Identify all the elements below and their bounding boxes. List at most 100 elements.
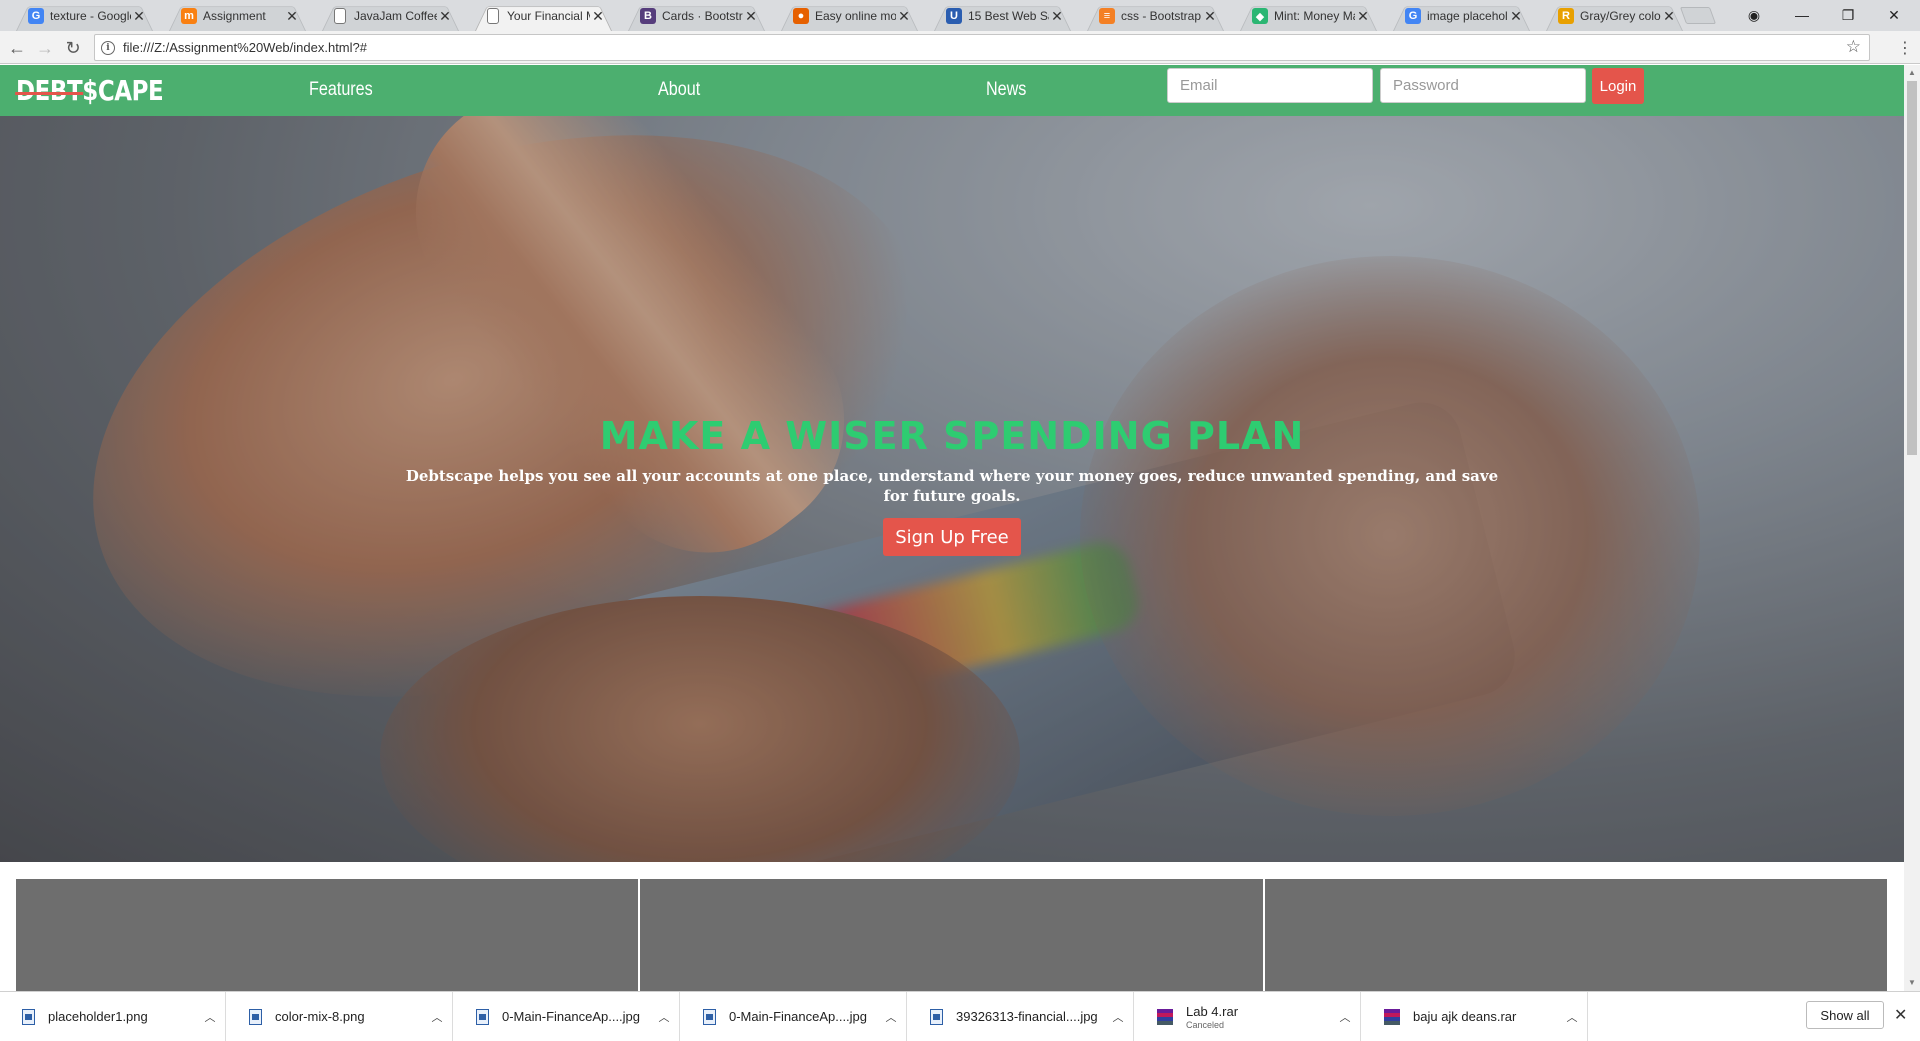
browser-tab[interactable]: m Assignment ✕ [161,1,314,31]
r-logo-icon: R [1558,8,1574,24]
mint-icon: ◆ [1252,8,1268,24]
download-filename: baju ajk deans.rar [1413,1009,1517,1024]
browser-tab[interactable]: Gimage placehold ✕ [1385,1,1538,31]
tab-title: Your Financial Ma [507,9,590,23]
browser-tab[interactable]: ◆ Mint: Money Ma ✕ [1232,1,1385,31]
profile-icon[interactable]: ◉ [1732,3,1776,27]
email-input[interactable] [1167,68,1373,103]
debtscape-logo[interactable]: DEBT$CAPE [16,74,164,107]
chevron-up-icon[interactable]: ︿ [1103,1009,1133,1025]
chevron-up-icon[interactable]: ︿ [649,1009,679,1025]
login-button[interactable]: Login [1592,68,1644,104]
nav-link-about[interactable]: About [658,79,700,101]
shield-icon: U [946,8,962,24]
download-item[interactable]: baju ajk deans.rar ︿ [1362,992,1588,1041]
minimize-button[interactable]: — [1780,3,1824,27]
scroll-down-arrow-icon[interactable]: ▼ [1904,975,1920,991]
download-item[interactable]: placeholder1.png ︿ [0,992,226,1041]
download-filename-wrap: Lab 4.rar Canceled [1186,1004,1330,1030]
browser-tab-strip: Gtexture - Google ✕ m Assignment ✕ JavaJam Co… [0,0,1920,31]
scroll-up-arrow-icon[interactable]: ▲ [1904,65,1920,81]
browser-tab[interactable]: R Gray/Grey color ✕ [1538,1,1691,31]
download-filename-wrap: color-mix-8.png [275,1009,422,1024]
tab-title: css - Bootstrap C [1121,9,1202,23]
new-tab-button[interactable] [1679,7,1717,24]
browser-tab[interactable]: Gtexture - Google ✕ [8,1,161,31]
download-item[interactable]: 39326313-financial....jpg ︿ [908,992,1134,1041]
tab-close-icon[interactable]: ✕ [743,8,759,25]
close-window-button[interactable]: ✕ [1872,3,1916,27]
tab-title: image placehold [1427,9,1508,23]
forward-arrow-icon[interactable]: → [34,37,56,59]
tab-close-icon[interactable]: ✕ [284,8,300,25]
firefox-icon: ● [793,8,809,24]
nav-link-news[interactable]: News [986,79,1026,101]
download-filename-wrap: 39326313-financial....jpg [956,1009,1103,1024]
show-all-downloads-button[interactable]: Show all [1806,1001,1884,1029]
browser-tab[interactable]: Your Financial Ma✕ [467,1,620,31]
restore-button[interactable]: ❐ [1826,3,1870,27]
feature-card-placeholder [1264,879,1887,991]
tab-close-icon[interactable]: ✕ [1049,8,1065,25]
download-item[interactable]: 0-Main-FinanceAp....jpg ︿ [454,992,680,1041]
tab-title: Cards · Bootstrap [662,9,743,23]
feature-card-placeholder [16,879,639,991]
tab-close-icon[interactable]: ✕ [896,8,912,25]
tab-close-icon[interactable]: ✕ [1202,8,1218,25]
rar-archive-icon [1384,1008,1400,1025]
tab-close-icon[interactable]: ✕ [1508,8,1524,25]
tab-title: Mint: Money Ma [1274,9,1355,23]
download-filename: 0-Main-FinanceAp....jpg [729,1009,868,1024]
scrollbar-thumb[interactable] [1907,81,1917,455]
tab-title: Gray/Grey color [1580,9,1661,23]
download-filename: Lab 4.rar [1186,1003,1239,1019]
chevron-up-icon[interactable]: ︿ [422,1009,452,1025]
tab-close-icon[interactable]: ✕ [131,8,147,25]
download-item[interactable]: Lab 4.rar Canceled ︿ [1135,992,1361,1041]
tab-close-icon[interactable]: ✕ [437,8,453,25]
chevron-up-icon[interactable]: ︿ [195,1009,225,1025]
chevron-up-icon[interactable]: ︿ [1557,1009,1587,1025]
download-filename-wrap: 0-Main-FinanceAp....jpg [502,1009,649,1024]
browser-menu-icon[interactable]: ⋮ [1897,38,1913,58]
download-filename: 39326313-financial....jpg [956,1009,1098,1024]
chevron-up-icon[interactable]: ︿ [876,1009,906,1025]
download-item[interactable]: 0-Main-FinanceAp....jpg ︿ [681,992,907,1041]
address-text[interactable]: file:///Z:/Assignment%20Web/index.html?# [123,40,367,55]
tab-title: Assignment [203,9,266,23]
browser-tab[interactable]: JavaJam Coffee H✕ [314,1,467,31]
logo-strike-part: DEBT [16,74,83,107]
image-file-icon [476,1008,489,1025]
page-viewport: DEBT$CAPE Features About News Login MAKE… [0,65,1904,991]
chevron-up-icon[interactable]: ︿ [1330,1009,1360,1025]
info-icon[interactable]: i [101,40,115,55]
image-file-icon [930,1008,943,1025]
browser-tab[interactable]: U 15 Best Web Safe✕ [926,1,1079,31]
reload-icon[interactable]: ↻ [62,37,84,59]
download-status: Canceled [1186,1019,1225,1030]
bookmark-star-icon[interactable]: ☆ [1846,37,1861,57]
close-shelf-icon[interactable]: ✕ [1894,1005,1907,1025]
tab-close-icon[interactable]: ✕ [590,8,606,25]
browser-tab[interactable]: ≡ css - Bootstrap C✕ [1079,1,1232,31]
hero-subtitle: Debtscape helps you see all your account… [405,467,1499,505]
tab-close-icon[interactable]: ✕ [1355,8,1371,25]
download-filename: placeholder1.png [48,1009,148,1024]
back-arrow-icon[interactable]: ← [6,37,28,59]
page-scrollbar[interactable]: ▲ ▼ [1904,65,1920,991]
browser-tab[interactable]: B Cards · Bootstrap✕ [620,1,773,31]
password-input[interactable] [1380,68,1586,103]
site-navbar: DEBT$CAPE Features About News Login [0,65,1904,116]
tab-title: JavaJam Coffee H [354,9,437,23]
feature-cards-row [16,879,1887,991]
nav-link-features[interactable]: Features [309,79,373,101]
address-bar[interactable]: i file:///Z:/Assignment%20Web/index.html… [94,34,1870,61]
tab-title: 15 Best Web Safe [968,9,1049,23]
sign-up-button[interactable]: Sign Up Free [883,518,1021,556]
download-item[interactable]: color-mix-8.png ︿ [227,992,453,1041]
tab-close-icon[interactable]: ✕ [1661,8,1677,25]
download-filename-wrap: placeholder1.png [48,1009,195,1024]
hero-section: MAKE A WISER SPENDING PLAN Debtscape hel… [0,116,1904,862]
download-filename-wrap: baju ajk deans.rar [1413,1009,1557,1024]
browser-tab[interactable]: ● Easy online mon ✕ [773,1,926,31]
